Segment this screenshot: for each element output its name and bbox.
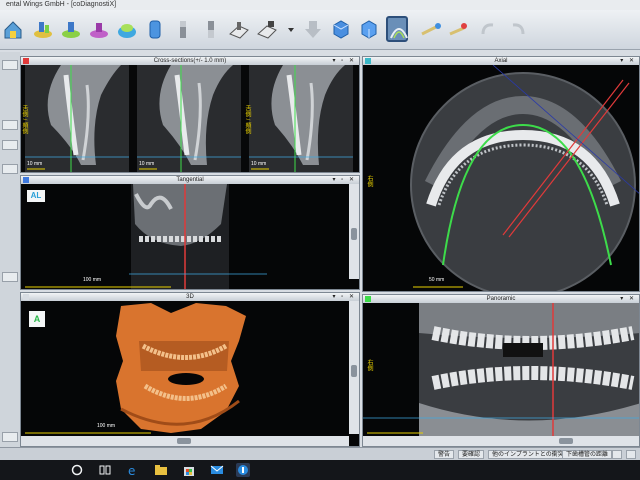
cube-front-icon[interactable] bbox=[330, 16, 352, 42]
tangential-header: Tangential ▾ ▫ ✕ bbox=[21, 176, 359, 184]
3d-hscroll[interactable] bbox=[21, 436, 349, 446]
cross-sections-header: Cross-sections(+/- 1.0 mm) ▾ ▫ ✕ bbox=[21, 57, 359, 65]
cross-scale-label-2: 10 mm bbox=[139, 161, 155, 167]
store-icon[interactable] bbox=[182, 463, 196, 477]
panoramic-view-icon[interactable] bbox=[386, 16, 408, 42]
status-bar: 警告 要確認 他のインプラントとの衝突 下歯槽管の距離 bbox=[0, 447, 640, 460]
panel-color-dot bbox=[365, 296, 371, 302]
panel-controls-icon[interactable]: ▾ ▫ ✕ bbox=[333, 293, 357, 301]
status-warning[interactable]: 警告 bbox=[434, 450, 455, 459]
strip-button-5[interactable] bbox=[2, 272, 18, 282]
task-view-icon[interactable] bbox=[98, 463, 112, 477]
tangential-badge: AL bbox=[27, 190, 45, 202]
panoramic-header: Panoramic ▾ ✕ bbox=[363, 295, 639, 303]
cross-sections-view[interactable]: 10 mm 10 mm 10 mm 舌側 / 頬側 舌側 / 頬側 bbox=[21, 65, 359, 172]
measure-icon[interactable] bbox=[420, 16, 442, 42]
strip-button-2[interactable] bbox=[2, 120, 18, 130]
3d-panel: 3D ▾ ▫ ✕ A 100 mm bbox=[20, 292, 360, 447]
arrow-down-icon[interactable] bbox=[302, 16, 324, 42]
strip-button-1[interactable] bbox=[2, 60, 18, 70]
cylinder-icon[interactable] bbox=[144, 16, 166, 42]
3d-title: 3D bbox=[186, 294, 194, 300]
bone-filter-icon[interactable] bbox=[172, 16, 194, 42]
implant-plan-icon[interactable] bbox=[32, 16, 54, 42]
tangential-view[interactable]: AL 100 mm bbox=[21, 184, 359, 289]
redo-icon[interactable] bbox=[506, 16, 528, 42]
cross-side-label-left: 舌側 / 頬側 bbox=[21, 105, 27, 135]
dropdown-icon[interactable] bbox=[280, 16, 294, 42]
cross-scale-label-1: 10 mm bbox=[27, 161, 43, 167]
strip-button-4[interactable] bbox=[2, 164, 18, 174]
axial-view[interactable]: 50 mm 右側 bbox=[363, 65, 639, 291]
axial-title: Axial bbox=[494, 58, 508, 64]
cross-section-slice-2 bbox=[137, 65, 241, 172]
bone-filter-2-icon[interactable] bbox=[200, 16, 222, 42]
panel-controls-icon[interactable]: ▾ ▫ ✕ bbox=[333, 57, 357, 65]
3d-badge: A bbox=[29, 311, 45, 327]
3d-header: 3D ▾ ▫ ✕ bbox=[21, 293, 359, 301]
abutment-icon[interactable] bbox=[116, 16, 138, 42]
panoramic-title: Panoramic bbox=[486, 296, 516, 302]
cross-sections-panel: Cross-sections(+/- 1.0 mm) ▾ ▫ ✕ 10 mm 1… bbox=[20, 56, 360, 173]
panoramic-side-label: 右側 bbox=[366, 359, 372, 371]
status-collision[interactable]: 他のインプラントとの衝突 bbox=[488, 450, 568, 459]
main-toolbar bbox=[0, 10, 640, 50]
cross-scale-label-3: 10 mm bbox=[251, 161, 267, 167]
guide-icon[interactable] bbox=[228, 16, 250, 42]
grid-icon[interactable] bbox=[612, 450, 622, 459]
status-confirm[interactable]: 要確認 bbox=[458, 450, 485, 459]
panel-controls-icon[interactable]: ▾ ✕ bbox=[620, 57, 636, 65]
panel-color-dot bbox=[23, 177, 29, 183]
tangential-panel: Tangential ▾ ▫ ✕ AL 100 mm bbox=[20, 175, 360, 290]
cross-section-slice-3 bbox=[249, 65, 353, 172]
undo-icon[interactable] bbox=[478, 16, 500, 42]
panel-color-dot bbox=[23, 294, 29, 300]
drill-sleeve-icon[interactable] bbox=[88, 16, 110, 42]
home-icon[interactable] bbox=[2, 16, 24, 42]
app-window: ental Wings GmbH - [coDiagnostiX] Cross-… bbox=[0, 0, 640, 480]
cross-section-slice-1 bbox=[25, 65, 129, 172]
implant-plan-2-icon[interactable] bbox=[60, 16, 82, 42]
strip-button-3[interactable] bbox=[2, 140, 18, 150]
guide-export-icon[interactable] bbox=[256, 16, 278, 42]
axial-header: Axial ▾ ✕ bbox=[363, 57, 639, 65]
tangential-title: Tangential bbox=[176, 177, 204, 183]
window-title: ental Wings GmbH - [coDiagnostiX] bbox=[0, 0, 640, 10]
3d-vscroll[interactable] bbox=[349, 301, 359, 434]
cross-sections-title: Cross-sections(+/- 1.0 mm) bbox=[153, 58, 227, 64]
cross-side-label: 舌側 / 頬側 bbox=[244, 105, 250, 135]
panel-color-dot bbox=[365, 58, 371, 64]
3d-view[interactable]: A 100 mm bbox=[21, 301, 359, 446]
annotation-icon[interactable] bbox=[448, 16, 470, 42]
windows-taskbar: e bbox=[0, 460, 640, 480]
panel-color-dot bbox=[23, 58, 29, 64]
left-tool-strip bbox=[0, 52, 20, 447]
axial-scale-label: 50 mm bbox=[429, 277, 445, 283]
edge-icon[interactable]: e bbox=[126, 463, 140, 478]
tangential-vscroll[interactable] bbox=[349, 184, 359, 279]
lock-icon[interactable] bbox=[626, 450, 636, 459]
svg-text:e: e bbox=[128, 464, 135, 477]
panoramic-panel: Panoramic ▾ ✕ 右側 bbox=[362, 294, 640, 447]
cube-side-icon[interactable] bbox=[358, 16, 380, 42]
axial-side-label: 右側 bbox=[366, 175, 372, 187]
panoramic-hscroll[interactable] bbox=[363, 436, 639, 446]
explorer-icon[interactable] bbox=[154, 463, 168, 477]
panel-controls-icon[interactable]: ▾ ▫ ✕ bbox=[333, 176, 357, 184]
status-canal-distance[interactable]: 下歯槽管の距離 bbox=[562, 450, 613, 459]
3d-scale-label: 100 mm bbox=[97, 423, 116, 429]
mail-icon[interactable] bbox=[210, 463, 224, 477]
strip-button-6[interactable] bbox=[2, 432, 18, 442]
search-icon[interactable] bbox=[70, 463, 84, 477]
app-icon[interactable] bbox=[236, 463, 250, 477]
tangential-scale-label: 100 mm bbox=[83, 277, 102, 283]
panoramic-view[interactable]: 右側 bbox=[363, 303, 639, 446]
panel-controls-icon[interactable]: ▾ ✕ bbox=[620, 295, 636, 303]
axial-panel: Axial ▾ ✕ 50 mm 右側 bbox=[362, 56, 640, 292]
